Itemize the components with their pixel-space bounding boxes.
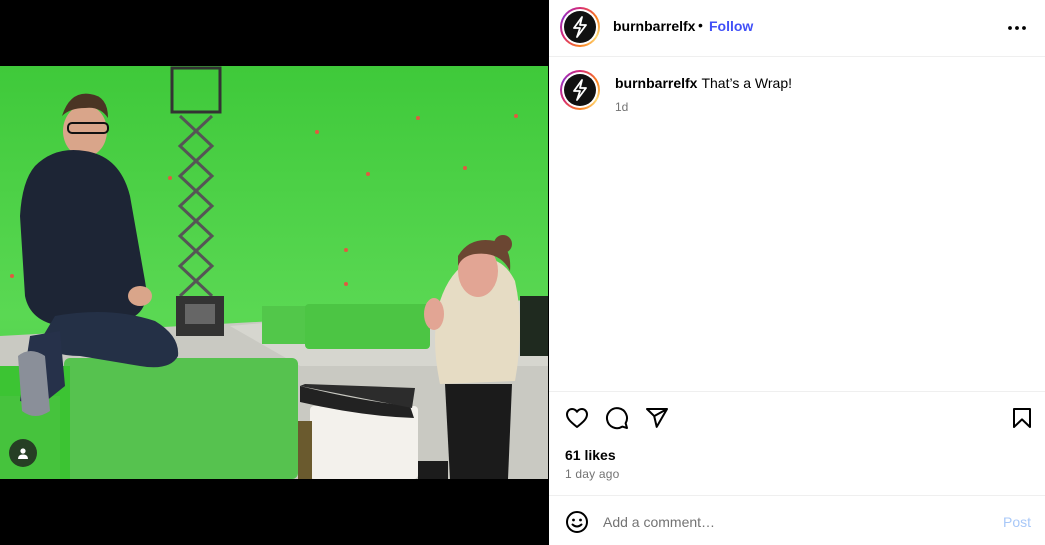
caption-body: That’s a Wrap! [701,75,792,91]
lightning-bolt-logo-icon [573,79,587,101]
share-button[interactable] [645,406,669,430]
comment-icon [606,407,628,430]
smiley-icon [566,511,588,533]
post-header: burnbarrelfx • Follow [549,0,1045,57]
emoji-button[interactable] [565,510,589,534]
tagged-users-button[interactable] [9,439,37,467]
post-timestamp[interactable]: 1 day ago [565,467,620,481]
like-button[interactable] [565,406,589,430]
post-photo[interactable] [0,66,548,479]
paper-plane-icon [646,408,668,428]
bookmark-icon [1013,408,1031,428]
likes-count[interactable]: 61 likes [565,447,616,463]
comment-button[interactable] [605,406,629,430]
more-horizontal-icon [1008,26,1026,30]
green-screen-photo [0,66,548,479]
caption-text: burnbarrelfx That’s a Wrap! [615,75,792,91]
caption-username-link[interactable]: burnbarrelfx [615,75,697,91]
save-button[interactable] [1010,406,1034,430]
post-side-panel: burnbarrelfx • Follow burnbarrelfx That’s… [549,0,1045,545]
comment-divider [549,495,1045,496]
caption-timestamp[interactable]: 1d [615,100,628,114]
comment-input[interactable] [603,511,973,533]
separator-dot: • [698,17,703,33]
actions-divider [549,391,1045,392]
user-icon [18,448,28,459]
header-username-link[interactable]: burnbarrelfx [613,18,695,34]
post-media [0,0,548,545]
post-comment-button[interactable]: Post [1003,514,1031,530]
avatar[interactable] [560,7,600,47]
caption-avatar[interactable] [560,70,600,110]
heart-icon [566,408,588,428]
lightning-bolt-logo-icon [573,16,587,38]
more-options-button[interactable] [1005,16,1029,40]
follow-button[interactable]: Follow [709,18,753,34]
